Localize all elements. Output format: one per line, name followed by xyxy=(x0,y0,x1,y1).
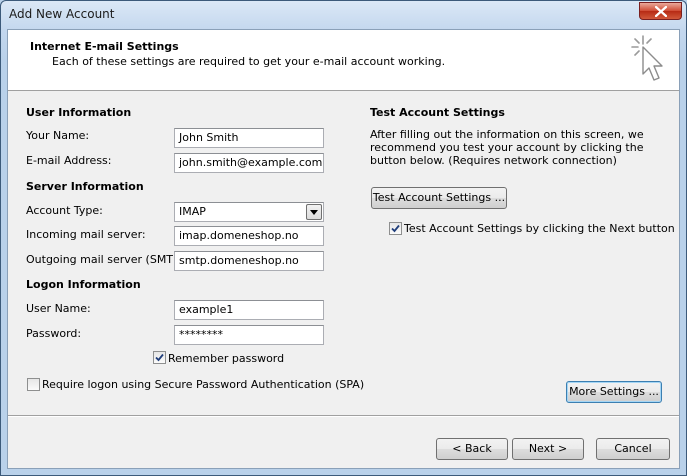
next-button[interactable]: Next > xyxy=(512,438,584,460)
footer-separator xyxy=(8,415,679,417)
test-settings-description: After filling out the information on thi… xyxy=(370,128,644,167)
checkmark-icon xyxy=(155,353,164,362)
remember-password-label[interactable]: Remember password xyxy=(168,352,284,365)
your-name-input[interactable]: John Smith xyxy=(174,128,324,148)
outgoing-server-label: Outgoing mail server (SMTP): xyxy=(26,253,188,266)
title-bar[interactable]: Add New Account xyxy=(1,1,686,28)
outgoing-server-input[interactable]: smtp.domeneshop.no xyxy=(174,251,324,271)
server-info-heading: Server Information xyxy=(26,180,144,193)
cursor-sparkle-icon xyxy=(631,35,663,81)
remember-password-checkbox[interactable] xyxy=(153,351,166,364)
username-label: User Name: xyxy=(26,302,91,315)
username-input[interactable]: example1 xyxy=(174,300,324,320)
account-type-dropdown-button[interactable] xyxy=(306,204,322,220)
page-title: Internet E-mail Settings xyxy=(30,40,179,53)
back-button[interactable]: < Back xyxy=(436,438,508,460)
test-settings-heading: Test Account Settings xyxy=(370,106,505,119)
password-label: Password: xyxy=(26,327,82,340)
dialog-client: Internet E-mail Settings Each of these s… xyxy=(7,29,680,469)
chevron-down-icon xyxy=(310,210,318,215)
page-subtitle: Each of these settings are required to g… xyxy=(52,55,446,68)
close-button[interactable] xyxy=(639,2,682,20)
spa-checkbox[interactable] xyxy=(27,378,40,391)
spa-label[interactable]: Require logon using Secure Password Auth… xyxy=(42,378,364,391)
close-icon xyxy=(655,6,667,17)
your-name-label: Your Name: xyxy=(26,129,90,142)
email-label: E-mail Address: xyxy=(26,154,112,167)
checkmark-icon xyxy=(391,224,400,233)
incoming-server-label: Incoming mail server: xyxy=(26,228,146,241)
test-on-next-label[interactable]: Test Account Settings by clicking the Ne… xyxy=(404,222,675,235)
logon-info-heading: Logon Information xyxy=(26,278,141,291)
incoming-server-input[interactable]: imap.domeneshop.no xyxy=(174,226,324,246)
account-type-value: IMAP xyxy=(179,205,206,218)
test-on-next-checkbox[interactable] xyxy=(389,222,402,235)
test-account-settings-button[interactable]: Test Account Settings ... xyxy=(371,187,507,209)
account-type-label: Account Type: xyxy=(26,204,103,217)
header-band: Internet E-mail Settings Each of these s… xyxy=(8,30,679,91)
add-account-window: Add New Account Internet E-mail Settings… xyxy=(0,0,687,476)
window-title: Add New Account xyxy=(9,7,115,21)
account-type-select[interactable]: IMAP xyxy=(174,202,324,222)
password-input[interactable]: ******** xyxy=(174,325,324,345)
cancel-button[interactable]: Cancel xyxy=(596,438,670,460)
more-settings-button[interactable]: More Settings ... xyxy=(566,381,662,403)
email-input[interactable]: john.smith@example.com xyxy=(174,153,324,173)
user-info-heading: User Information xyxy=(26,106,132,119)
